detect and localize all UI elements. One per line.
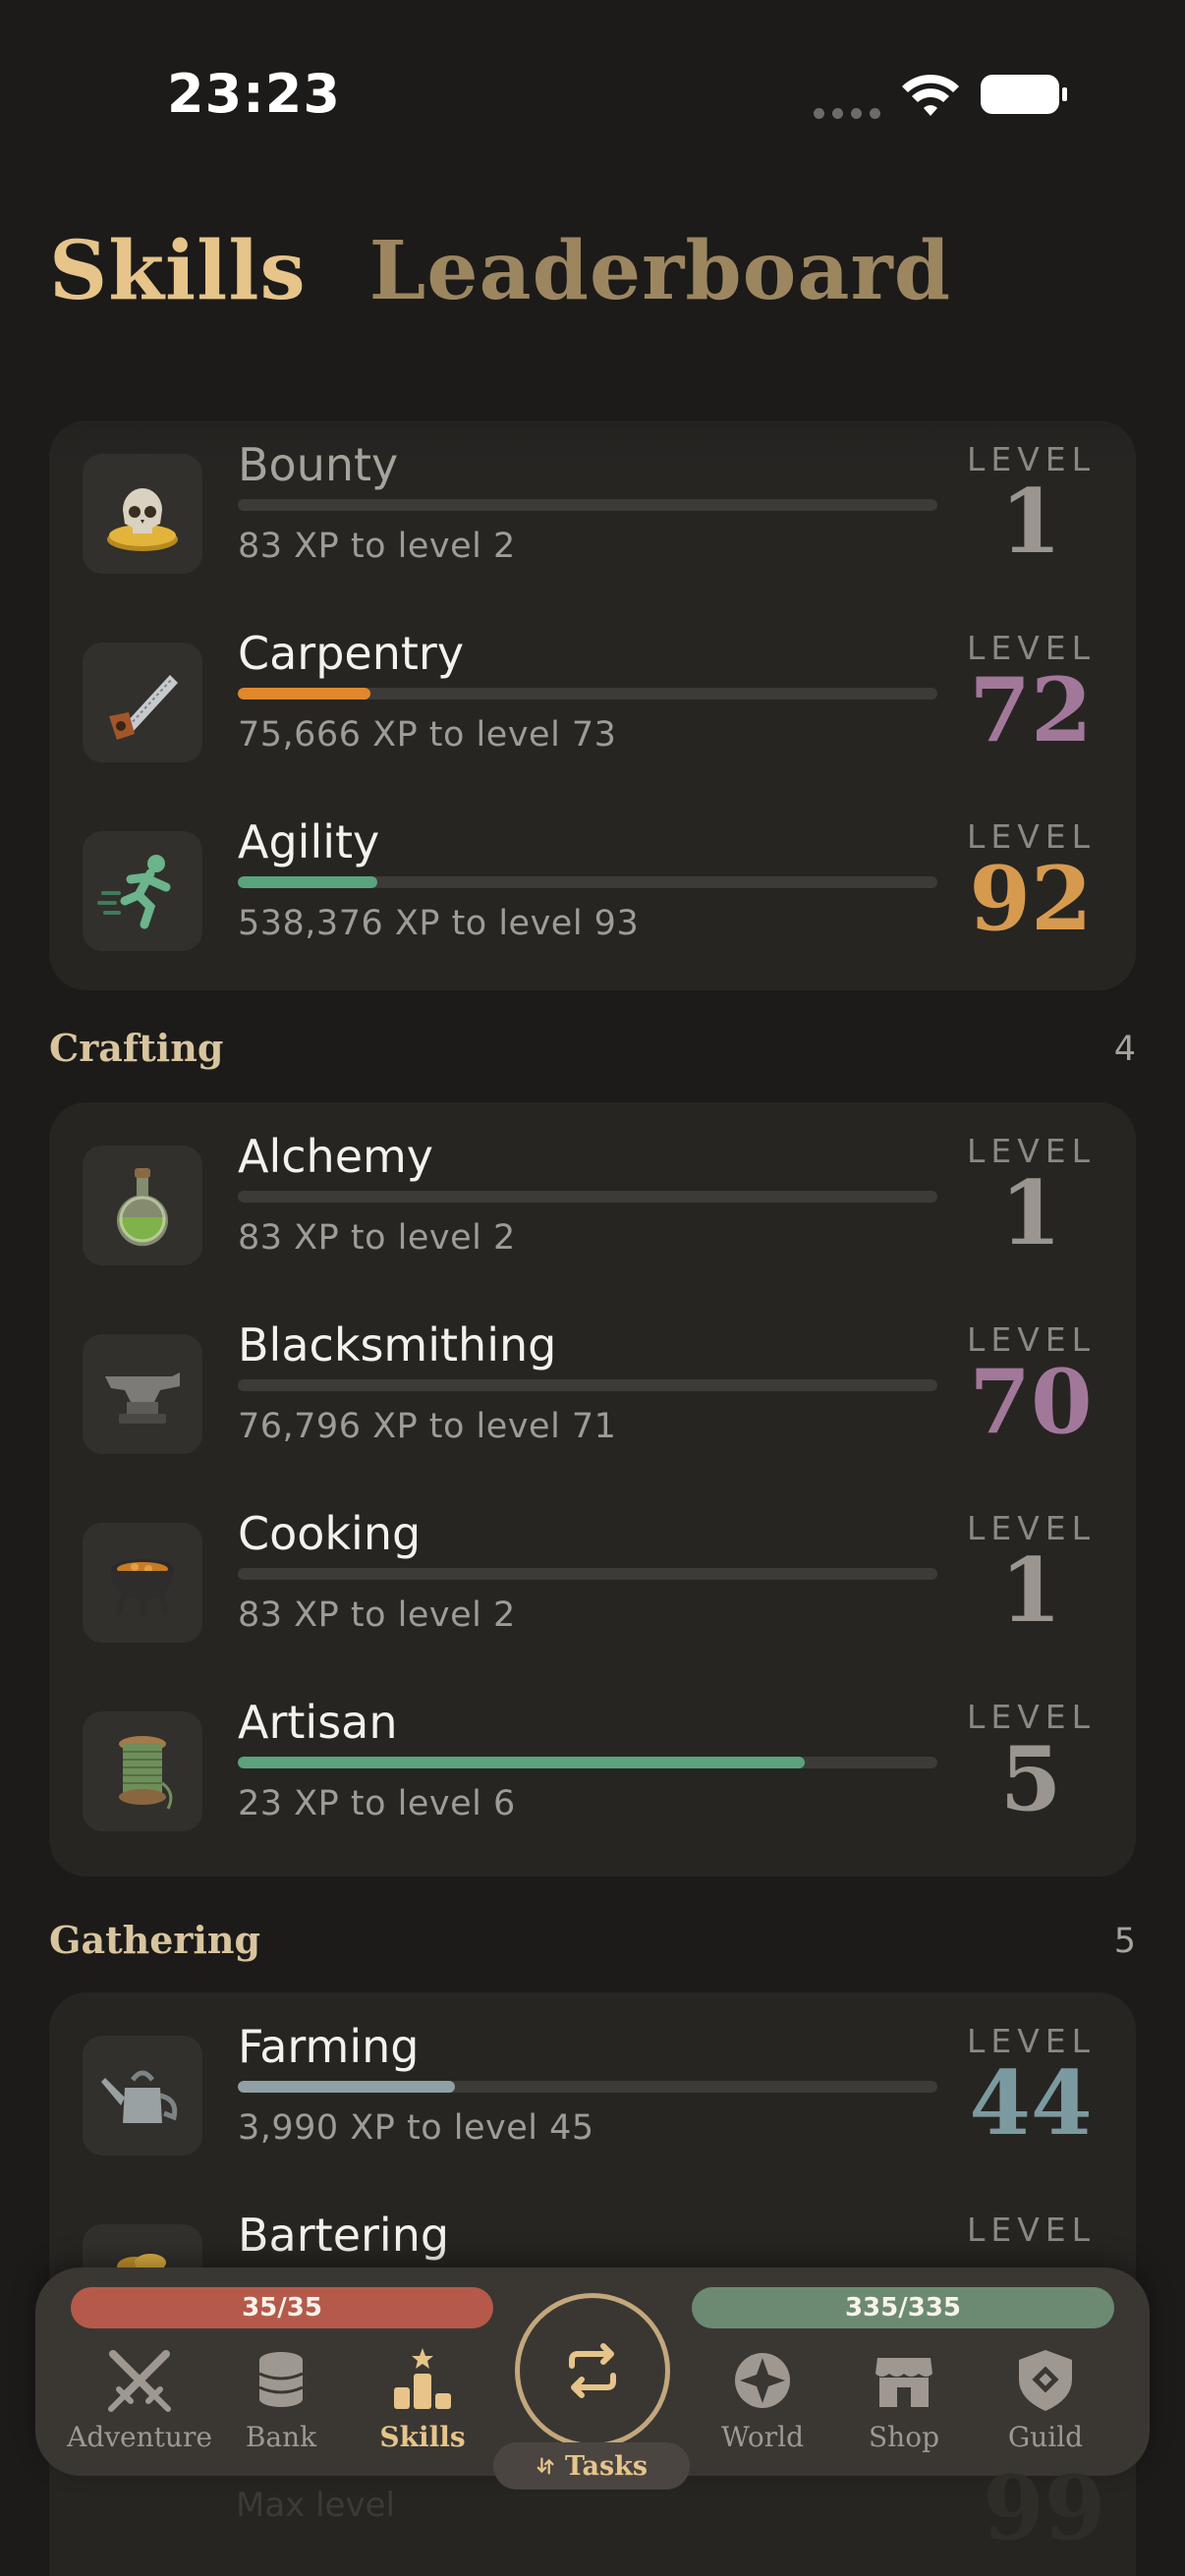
tab-leaderboard[interactable]: Leaderboard [369,224,951,318]
xp-remaining: 75,666 XP to level 73 [238,715,617,755]
podium-icon [394,2348,451,2409]
skill-name: Farming [238,2020,420,2073]
xp-progress-bar [238,1191,937,1203]
nav-label: World [721,2421,804,2453]
xp-remaining: 3,990 XP to level 45 [238,2108,594,2148]
skill-card-crafting: Alchemy 83 XP to level 2 LEVEL 1 Blacksm… [49,1102,1136,1876]
skill-row-cooking[interactable]: Cooking 83 XP to level 2 LEVEL 1 [49,1489,1136,1678]
spool-icon [83,1711,202,1831]
skill-row-artisan[interactable]: Artisan 23 XP to level 6 LEVEL 5 [49,1678,1136,1867]
xp-progress-bar [238,2081,937,2093]
xp-remaining: 538,376 XP to level 93 [238,904,640,943]
skill-name: Agility [238,815,380,868]
xp-progress-fill [238,876,378,888]
level-value: 1 [999,1161,1062,1265]
xp-progress-bar [238,1568,937,1580]
xp-progress-bar [238,876,937,888]
xp-remaining: 83 XP to level 2 [238,527,516,566]
level-value: 92 [969,847,1093,951]
nav-shop[interactable]: Shop [833,2336,975,2464]
section-title-crafting: Crafting [49,1026,224,1070]
level-value: 5 [999,1727,1062,1831]
skill-row-carpentry[interactable]: Carpentry 75,666 XP to level 73 LEVEL 72 [49,609,1136,798]
wifi-icon [902,74,959,116]
skill-name: Cooking [238,1507,422,1560]
xp-remaining: 76,796 XP to level 71 [238,1407,617,1446]
level-value: 1 [999,1539,1062,1643]
xp-remaining: 23 XP to level 6 [238,1784,516,1823]
runner-icon [83,831,202,951]
level-value: 44 [969,2051,1093,2156]
xp-progress-bar [238,1379,937,1391]
skill-row-alchemy[interactable]: Alchemy 83 XP to level 2 LEVEL 1 [49,1112,1136,1301]
nav-skills[interactable]: Skills [352,2336,493,2464]
nav-label: Guild [1007,2421,1084,2453]
nav-guild[interactable]: Guild [975,2336,1116,2464]
level-value: 72 [969,658,1093,762]
skill-row-agility[interactable]: Agility 538,376 XP to level 93 LEVEL 92 [49,798,1136,986]
xp-progress-fill [238,688,371,700]
skill-row-bounty[interactable]: Bounty 83 XP to level 2 LEVEL 1 [49,420,1136,609]
level-value: 1 [999,470,1062,574]
battery-icon [981,75,1067,114]
skill-name: Bartering [238,2209,450,2262]
tasks-pill[interactable]: Tasks [493,2442,690,2490]
cellular-icon [814,108,880,119]
swap-arrows-icon [536,2457,554,2475]
peek-max-level-text: Max level [236,2486,395,2525]
nav-adventure[interactable]: Adventure [67,2336,212,2464]
cauldron-icon [83,1523,202,1643]
nav-world[interactable]: World [692,2336,833,2464]
crossed-swords-icon [108,2350,171,2412]
segmented-tabs: Skills Leaderboard [49,224,951,318]
xp-progress-fill [238,2081,455,2093]
xp-progress-bar [238,499,937,511]
skull-icon [83,454,202,574]
tab-skills[interactable]: Skills [49,224,307,318]
section-title-gathering: Gathering [49,1918,261,1962]
nav-label: Bank [245,2421,317,2453]
anvil-icon [83,1334,202,1454]
potion-icon [83,1146,202,1265]
status-bar: 23:23 [0,0,1185,187]
status-time: 23:23 [167,63,341,125]
level-label: LEVEL [967,2211,1097,2249]
skill-row-blacksmithing[interactable]: Blacksmithing 76,796 XP to level 71 LEVE… [49,1301,1136,1489]
watering-can-icon [83,2036,202,2156]
bottom-nav-bar: 35/35 335/335 Adventure Bank Skills Task… [35,2268,1150,2490]
skill-name: Alchemy [238,1130,434,1183]
compass-icon [735,2353,790,2408]
nav-bank[interactable]: Bank [210,2336,352,2464]
skill-name: Artisan [238,1696,398,1749]
energy-bar: 335/335 [692,2287,1114,2328]
xp-progress-bar [238,688,937,700]
level-value: 70 [969,1350,1093,1454]
skill-row-farming[interactable]: Farming 3,990 XP to level 45 LEVEL 44 [49,2002,1136,2191]
tasks-label: Tasks [564,2450,649,2482]
health-bar: 35/35 [71,2287,493,2328]
section-count-gathering: 5 [1113,1922,1136,1961]
skill-name: Bounty [238,438,399,491]
skills-scroll-view[interactable]: Bounty 83 XP to level 2 LEVEL 1 Carpentr… [0,373,1185,2576]
nav-label: Shop [869,2421,939,2453]
skill-name: Carpentry [238,627,465,680]
coin-stack-icon [258,2352,304,2407]
nav-label: Skills [379,2421,466,2453]
shield-icon [1019,2350,1072,2411]
skill-card-combat: Bounty 83 XP to level 2 LEVEL 1 Carpentr… [49,420,1136,990]
xp-remaining: 83 XP to level 2 [238,1596,516,1635]
xp-progress-fill [238,1757,805,1768]
repeat-icon [569,2343,616,2398]
saw-icon [83,643,202,762]
xp-remaining: 83 XP to level 2 [238,1218,516,1258]
section-count-crafting: 4 [1113,1030,1136,1069]
shop-icon [875,2358,932,2407]
xp-progress-bar [238,1757,937,1768]
skill-name: Blacksmithing [238,1318,557,1372]
nav-label: Adventure [67,2421,212,2453]
peek-level-value: 99 [983,2456,1106,2560]
tasks-button[interactable] [515,2293,670,2448]
